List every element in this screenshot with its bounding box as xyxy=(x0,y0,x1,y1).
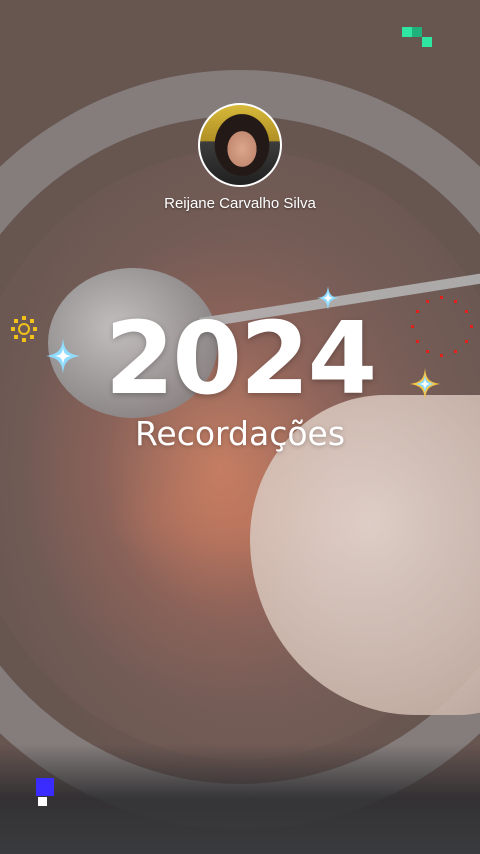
pixel-block-icon xyxy=(36,778,54,806)
user-name: Reijane Carvalho Silva xyxy=(164,195,316,212)
bottom-shadow xyxy=(0,744,480,854)
pixel-block-icon xyxy=(402,27,432,47)
avatar[interactable] xyxy=(198,103,282,187)
story-viewer[interactable]: Reijane Carvalho Silva 2024 Recordações xyxy=(0,0,480,854)
recap-year: 2024 xyxy=(104,300,377,417)
recap-subtitle: Recordações xyxy=(134,414,346,453)
profile-header: Reijane Carvalho Silva xyxy=(0,103,480,212)
